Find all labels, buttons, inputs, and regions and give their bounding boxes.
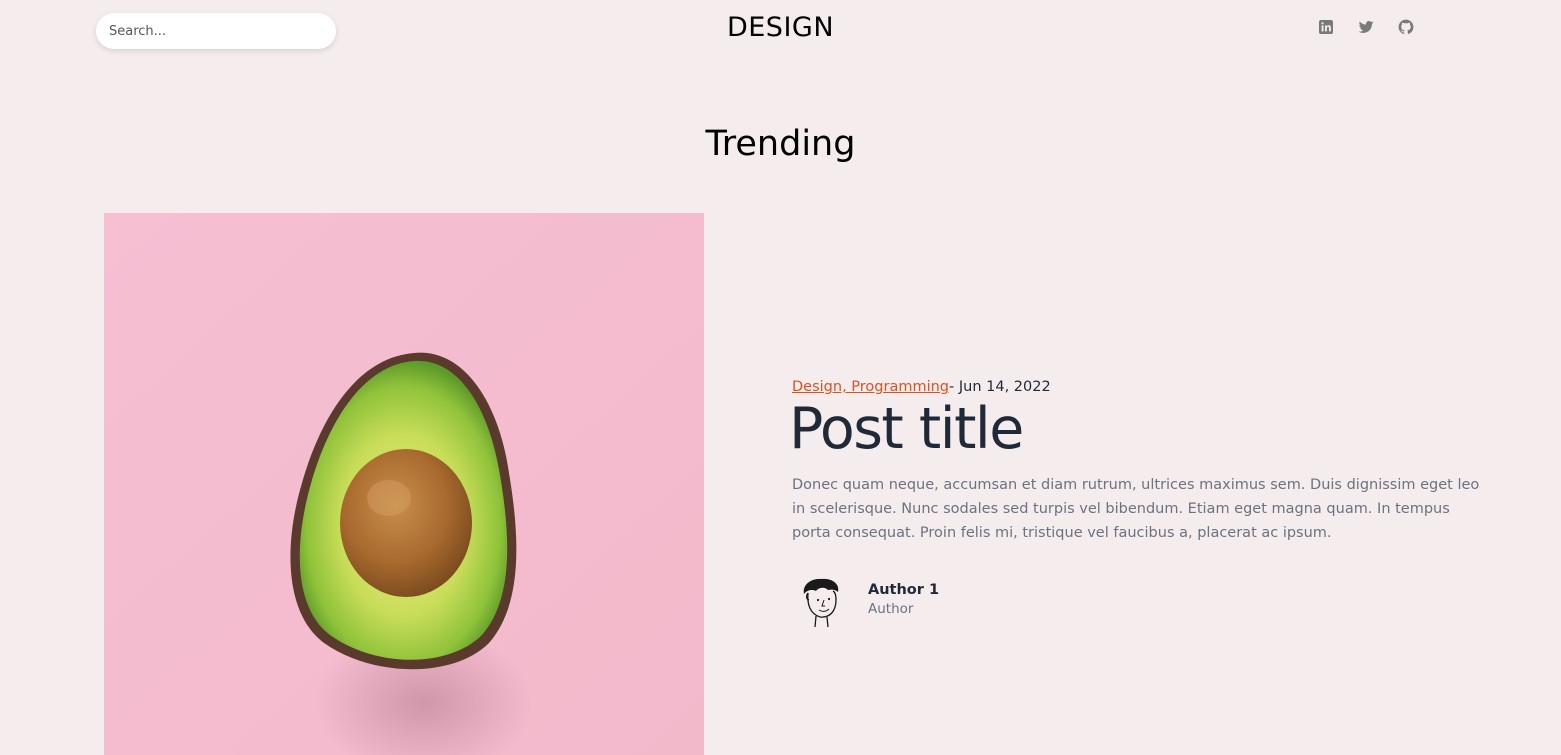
- avocado-image: [104, 213, 704, 755]
- author-role: Author: [868, 600, 914, 617]
- social-links: [1318, 19, 1414, 35]
- github-link[interactable]: [1398, 19, 1414, 35]
- author-info: Author 1 Author: [868, 582, 939, 617]
- post-meta: Design, Programming- Jun 14, 2022: [792, 379, 1051, 395]
- page: DESIGN Trending: [0, 0, 1561, 755]
- post-date: - Jun 14, 2022: [949, 379, 1051, 395]
- github-icon: [1398, 19, 1414, 35]
- post-excerpt: Donec quam neque, accumsan et diam rutru…: [792, 477, 1480, 541]
- twitter-icon: [1358, 20, 1374, 33]
- linkedin-link[interactable]: [1318, 19, 1334, 35]
- post-categories-link[interactable]: Design, Programming: [792, 379, 949, 395]
- author-block[interactable]: Author 1 Author: [798, 576, 939, 628]
- author-name[interactable]: Author 1: [868, 582, 939, 598]
- linkedin-icon: [1319, 20, 1333, 34]
- twitter-link[interactable]: [1358, 19, 1374, 35]
- post-title[interactable]: Post title: [789, 396, 1024, 462]
- author-avatar: [803, 578, 839, 628]
- post-image[interactable]: [104, 213, 704, 755]
- section-heading: Trending: [705, 124, 856, 164]
